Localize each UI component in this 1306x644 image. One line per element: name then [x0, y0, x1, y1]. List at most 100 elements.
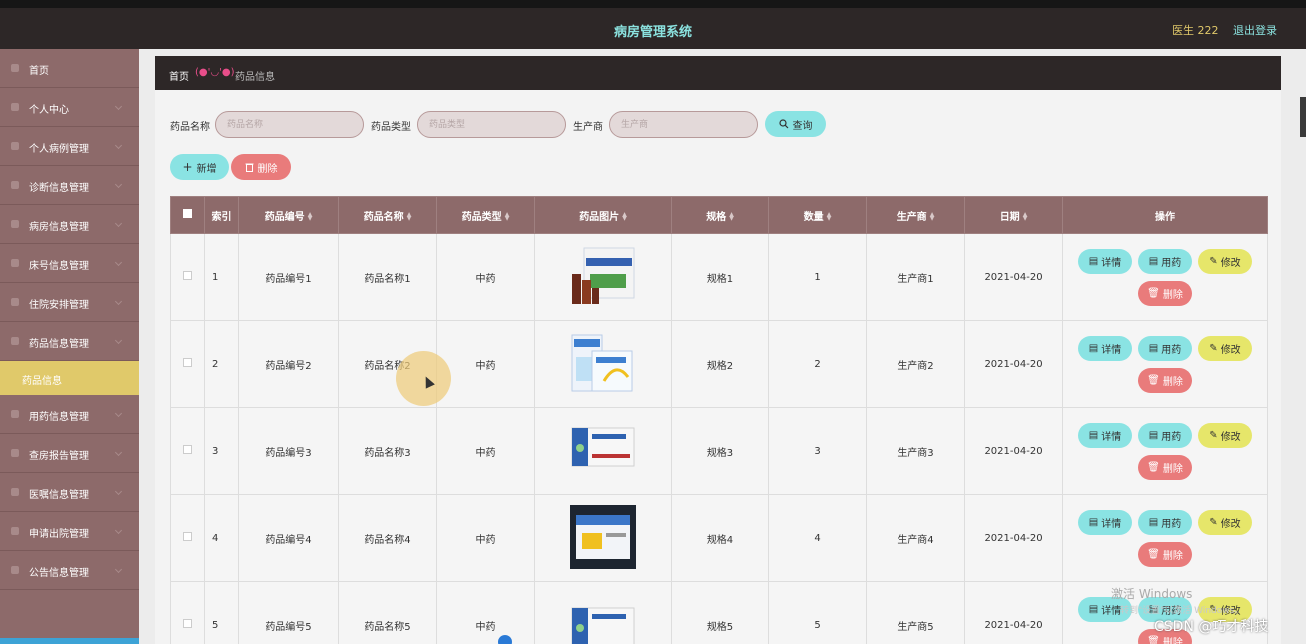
use-medicine-button[interactable]: ▤ 用药 [1138, 335, 1192, 361]
detail-button[interactable]: ▤ 详情 [1078, 248, 1132, 274]
sort-icon[interactable]: ▲ ▼ [827, 211, 832, 221]
sidebar-item-personal-center[interactable]: 个人中心 [0, 88, 139, 127]
col-name[interactable]: 药品名称 ▲ ▼ [338, 196, 437, 234]
edit-button[interactable]: ✎ 修改 [1198, 422, 1252, 448]
col-spec[interactable]: 规格 ▲ ▼ [671, 196, 769, 234]
query-button[interactable]: 查询 [765, 111, 826, 137]
chevron-up-icon [114, 336, 123, 345]
cell-date: 2021-04-20 [964, 320, 1063, 408]
cell-index: 1 [204, 233, 239, 321]
sidebar-item-home[interactable]: 首页 [0, 49, 139, 88]
pencil-icon: ✎ [1209, 429, 1218, 441]
row-select-cell[interactable] [170, 407, 205, 495]
batch-delete-button[interactable]: 删除 [231, 154, 291, 180]
cell-type: 中药 [436, 233, 535, 321]
sidebar-item-personal-cases[interactable]: 个人病例管理 [0, 127, 139, 166]
row-select-cell[interactable] [170, 233, 205, 321]
sidebar-item-medication[interactable]: 用药信息管理 [0, 395, 139, 434]
sort-icon[interactable]: ▲ ▼ [622, 211, 627, 221]
cell-type: 中药 [436, 581, 535, 644]
sidebar-item-discharge[interactable]: 申请出院管理 [0, 512, 139, 551]
breadcrumb-home[interactable]: 首页 [169, 68, 189, 83]
sidebar-item-ward[interactable]: 病房信息管理 [0, 205, 139, 244]
row-select-cell[interactable] [170, 494, 205, 582]
table-row: 2 药品编号2 药品名称2 中药 规格2 2 生产商2 2021-04-20 ▤ 详情 ▤ 用药 ✎ 修改… [170, 320, 1268, 408]
delete-button[interactable]: 🗑 删除 [1138, 280, 1192, 306]
delete-button[interactable]: 🗑 删除 [1138, 454, 1192, 480]
table-row: 3 药品编号3 药品名称3 中药 规格3 3 生产商3 2021-04-20 ▤ 详情 ▤ 用药 ✎ 修改… [170, 407, 1268, 495]
col-qty[interactable]: 数量 ▲ ▼ [768, 196, 867, 234]
use-medicine-button[interactable]: ▤ 用药 [1138, 509, 1192, 535]
sidebar-item-medicine[interactable]: 药品信息管理 [0, 322, 139, 361]
sidebar-item-admission[interactable]: 住院安排管理 [0, 283, 139, 322]
select-all-cell[interactable] [170, 196, 205, 234]
row-select-cell[interactable] [170, 320, 205, 408]
sidebar-item-bed[interactable]: 床号信息管理 [0, 244, 139, 283]
edit-button[interactable]: ✎ 修改 [1198, 509, 1252, 535]
row-checkbox[interactable] [183, 358, 192, 367]
col-maker[interactable]: 生产商 ▲ ▼ [866, 196, 965, 234]
home-icon [11, 64, 19, 72]
use-medicine-button[interactable]: ▤ 用药 [1138, 422, 1192, 448]
cell-spec: 规格5 [671, 581, 769, 644]
sort-icon[interactable]: ▲ ▼ [505, 211, 510, 221]
col-image-label: 药品图片 [579, 211, 620, 223]
exit-icon [11, 527, 19, 535]
col-code[interactable]: 药品编号 ▲ ▼ [238, 196, 339, 234]
chevron-down-icon [114, 297, 123, 306]
sort-icon[interactable]: ▲ ▼ [1023, 211, 1028, 221]
medicine-package-image [570, 244, 636, 308]
delete-button[interactable]: 🗑 删除 [1138, 367, 1192, 393]
sidebar-item-label: 首页 [29, 66, 49, 77]
logout-link[interactable]: 退出登录 [1233, 22, 1277, 38]
add-button[interactable]: + 新增 [170, 154, 229, 180]
page-scrollbar[interactable] [1300, 97, 1306, 137]
cell-code: 药品编号2 [238, 320, 339, 408]
sort-icon[interactable]: ▲ ▼ [308, 211, 313, 221]
notice-icon [11, 566, 19, 574]
sidebar-item-notice[interactable]: 公告信息管理 [0, 551, 139, 590]
row-select-cell[interactable] [170, 581, 205, 644]
pencil-icon: ✎ [1209, 255, 1218, 267]
sidebar-item-diagnosis[interactable]: 诊断信息管理 [0, 166, 139, 205]
sidebar-item-label: 床号信息管理 [29, 261, 89, 272]
document-icon: ▤ [1148, 429, 1159, 441]
cell-spec: 规格3 [671, 407, 769, 495]
cell-index: 3 [204, 407, 239, 495]
floating-dot [498, 635, 512, 644]
cell-date: 2021-04-20 [964, 407, 1063, 495]
sidebar-item-orders[interactable]: 医嘱信息管理 [0, 473, 139, 512]
row-checkbox[interactable] [183, 445, 192, 454]
cell-code: 药品编号3 [238, 407, 339, 495]
detail-button[interactable]: ▤ 详情 [1078, 509, 1132, 535]
sidebar-subitem-medicine-info[interactable]: 药品信息 [0, 361, 139, 395]
sort-icon[interactable]: ▲ ▼ [407, 211, 412, 221]
medicine-package-image [570, 331, 636, 395]
row-checkbox[interactable] [183, 271, 192, 280]
filter-type-label: 药品类型 [371, 122, 411, 133]
cell-code: 药品编号4 [238, 494, 339, 582]
row-checkbox[interactable] [183, 532, 192, 541]
row-checkbox[interactable] [183, 619, 192, 628]
cell-maker: 生产商5 [866, 581, 965, 644]
select-all-checkbox[interactable] [183, 209, 192, 218]
col-image[interactable]: 药品图片 ▲ ▼ [534, 196, 672, 234]
sort-icon[interactable]: ▲ ▼ [729, 211, 734, 221]
sort-icon[interactable]: ▲ ▼ [930, 211, 935, 221]
medicine-type-input[interactable] [417, 111, 566, 138]
use-medicine-button[interactable]: ▤ 用药 [1138, 248, 1192, 274]
filter-maker-label: 生产商 [573, 122, 603, 133]
col-type[interactable]: 药品类型 ▲ ▼ [436, 196, 535, 234]
medicine-package-image [570, 504, 636, 569]
detail-button[interactable]: ▤ 详情 [1078, 422, 1132, 448]
detail-button[interactable]: ▤ 详情 [1078, 335, 1132, 361]
manufacturer-input[interactable] [609, 111, 758, 138]
medicine-name-input[interactable] [215, 111, 364, 138]
col-date[interactable]: 日期 ▲ ▼ [964, 196, 1063, 234]
detail-button-label: 详情 [1101, 605, 1122, 617]
cell-index: 2 [204, 320, 239, 408]
edit-button[interactable]: ✎ 修改 [1198, 335, 1252, 361]
edit-button[interactable]: ✎ 修改 [1198, 248, 1252, 274]
sidebar-item-ward-round[interactable]: 查房报告管理 [0, 434, 139, 473]
delete-button[interactable]: 🗑 删除 [1138, 541, 1192, 567]
